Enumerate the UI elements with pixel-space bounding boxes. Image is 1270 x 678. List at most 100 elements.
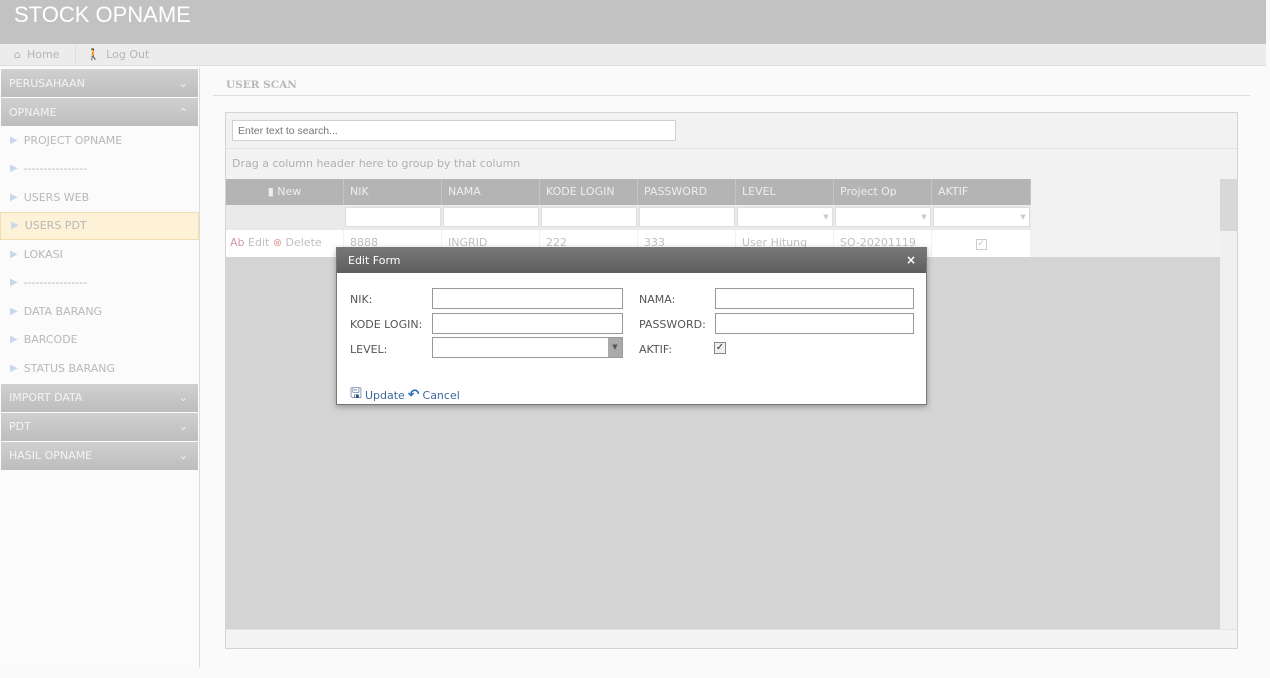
level-select[interactable]: ▼ xyxy=(432,337,623,358)
vertical-scrollbar[interactable] xyxy=(1220,179,1237,630)
chevron-down-icon[interactable]: ▼ xyxy=(1017,208,1029,226)
group-panel: Drag a column header here to group by th… xyxy=(226,148,1237,178)
filter-input[interactable] xyxy=(639,207,735,227)
sidebar-item-label: USERS PDT xyxy=(24,219,87,233)
arrow-icon: ▶ xyxy=(10,362,18,374)
filter-input[interactable] xyxy=(737,207,833,227)
filter-cell xyxy=(226,205,344,230)
filter-input[interactable] xyxy=(835,207,931,227)
page-title: USER SCAN xyxy=(213,79,1250,96)
filter-input[interactable] xyxy=(541,207,637,227)
arrow-icon: ▶ xyxy=(10,163,18,175)
group-label: OPNAME xyxy=(9,105,57,119)
sidebar-item[interactable]: ▶ ---------------- xyxy=(0,155,199,184)
column-header[interactable]: PASSWORD xyxy=(638,179,736,205)
aktif-cell: ✓ xyxy=(932,230,1031,257)
sidebar-item-label: PROJECT OPNAME xyxy=(23,133,123,147)
sidebar-item[interactable]: ▶ BARCODE xyxy=(0,326,199,355)
level-label: LEVEL: xyxy=(350,343,388,356)
sidebar-item[interactable]: ▶ STATUS BARANG xyxy=(0,354,199,383)
sidebar-group-import[interactable]: IMPORT DATA ⌄ xyxy=(1,383,198,412)
delete-link[interactable]: Delete xyxy=(286,236,322,249)
toolbar: ⌂ Home 🚶 Log Out xyxy=(0,44,1266,66)
nik-label: NIK: xyxy=(350,293,373,306)
search-input[interactable] xyxy=(232,120,676,141)
edit-link[interactable]: Edit xyxy=(248,236,269,249)
sidebar-item-label: ---------------- xyxy=(23,276,88,290)
chevron-down-icon: ⌄ xyxy=(178,391,188,404)
chevron-down-icon[interactable]: ▼ xyxy=(608,338,622,357)
column-header[interactable]: KODE LOGIN xyxy=(540,179,638,205)
sidebar-group-opname[interactable]: OPNAME ⌃ xyxy=(1,98,198,126)
filter-cell: ▼ xyxy=(736,205,834,230)
logout-link[interactable]: Log Out xyxy=(106,48,149,61)
command-cell: Ab Edit ⊗ Delete xyxy=(226,230,344,257)
sidebar-item-label: STATUS BARANG xyxy=(23,361,116,375)
filter-input[interactable] xyxy=(933,207,1030,227)
arrow-icon: ▶ xyxy=(10,191,18,203)
save-icon[interactable]: 🖫 xyxy=(350,383,362,407)
sidebar-group-perusahaan[interactable]: PERUSAHAAN ⌄ xyxy=(1,69,198,97)
home-icon: ⌂ xyxy=(14,48,21,61)
sidebar-group-pdt[interactable]: PDT ⌄ xyxy=(1,412,198,441)
arrow-icon: ▶ xyxy=(10,334,18,346)
sidebar-item[interactable]: ▶ LOKASI xyxy=(0,240,199,269)
arrow-icon: ▶ xyxy=(10,248,18,260)
sidebar-item[interactable]: ▶ PROJECT OPNAME xyxy=(0,126,199,155)
sidebar-item[interactable]: ▶ ---------------- xyxy=(0,269,199,298)
kode-login-field[interactable] xyxy=(432,313,623,334)
group-label: PERUSAHAAN xyxy=(9,76,85,90)
sidebar-item[interactable]: ▶ USERS WEB xyxy=(0,183,199,212)
edit-icon[interactable]: Ab xyxy=(230,236,245,249)
filter-input[interactable] xyxy=(443,207,539,227)
sidebar-item-label: DATA BARANG xyxy=(23,304,103,318)
horizontal-scrollbar[interactable] xyxy=(226,629,1237,648)
sidebar-item[interactable]: ▶ DATA BARANG xyxy=(0,297,199,326)
filter-input[interactable] xyxy=(345,207,441,227)
sidebar-item-label: BARCODE xyxy=(23,333,78,347)
column-header[interactable]: Project Op xyxy=(834,179,932,205)
new-label: New xyxy=(277,185,302,198)
chevron-down-icon[interactable]: ▼ xyxy=(820,208,832,226)
group-label: IMPORT DATA xyxy=(9,391,83,404)
sidebar-group-hasil[interactable]: HASIL OPNAME ⌄ xyxy=(1,441,198,470)
cancel-button[interactable]: Cancel xyxy=(423,389,460,402)
kode-login-label: KODE LOGIN: xyxy=(350,318,423,331)
chevron-down-icon: ⌄ xyxy=(178,76,188,90)
sidebar-item[interactable]: ▶ USERS PDT xyxy=(0,211,199,240)
column-header[interactable]: AKTIF xyxy=(932,179,1031,205)
filter-cell xyxy=(442,205,540,230)
edit-form-dialog: Edit Form × NIK: NAMA: KODE LOGIN: PASSWO… xyxy=(336,247,927,405)
logout-icon: 🚶 xyxy=(86,48,101,61)
nik-field[interactable] xyxy=(432,288,623,309)
arrow-icon: ▶ xyxy=(10,277,18,289)
column-header[interactable]: NAMA xyxy=(442,179,540,205)
aktif-checkbox[interactable]: ✓ xyxy=(975,239,987,250)
home-link[interactable]: Home xyxy=(27,48,59,61)
aktif-checkbox[interactable]: ✓ xyxy=(714,342,726,354)
dialog-titlebar: Edit Form × xyxy=(337,248,926,273)
update-button[interactable]: Update xyxy=(365,389,405,402)
dialog-title: Edit Form xyxy=(348,254,401,267)
filter-row: ▼ ▼ ▼ xyxy=(226,205,1031,230)
filter-cell xyxy=(638,205,736,230)
filter-cell: ▼ xyxy=(834,205,932,230)
sidebar: PERUSAHAAN ⌄ OPNAME ⌃ ▶ PROJECT OPNAME ▶ ----… xyxy=(0,68,200,668)
undo-icon[interactable]: ↶ xyxy=(408,387,420,403)
filter-cell: ▼ xyxy=(932,205,1031,230)
column-header[interactable]: LEVEL xyxy=(736,179,834,205)
chevron-down-icon: ⌄ xyxy=(178,449,188,462)
app-title: STOCK OPNAME xyxy=(0,0,1266,44)
sidebar-item-label: LOKASI xyxy=(23,247,63,261)
column-header[interactable]: NIK xyxy=(344,179,442,205)
arrow-icon: ▶ xyxy=(10,134,18,146)
password-field[interactable] xyxy=(715,313,914,334)
nama-field[interactable] xyxy=(715,288,914,309)
password-label: PASSWORD: xyxy=(639,318,706,331)
aktif-label: AKTIF: xyxy=(639,343,673,356)
close-icon[interactable]: × xyxy=(906,253,916,267)
new-button[interactable]: ▮ New xyxy=(226,179,344,205)
delete-icon[interactable]: ⊗ xyxy=(273,236,282,249)
chevron-down-icon[interactable]: ▼ xyxy=(918,208,930,226)
new-icon: ▮ xyxy=(267,185,274,198)
